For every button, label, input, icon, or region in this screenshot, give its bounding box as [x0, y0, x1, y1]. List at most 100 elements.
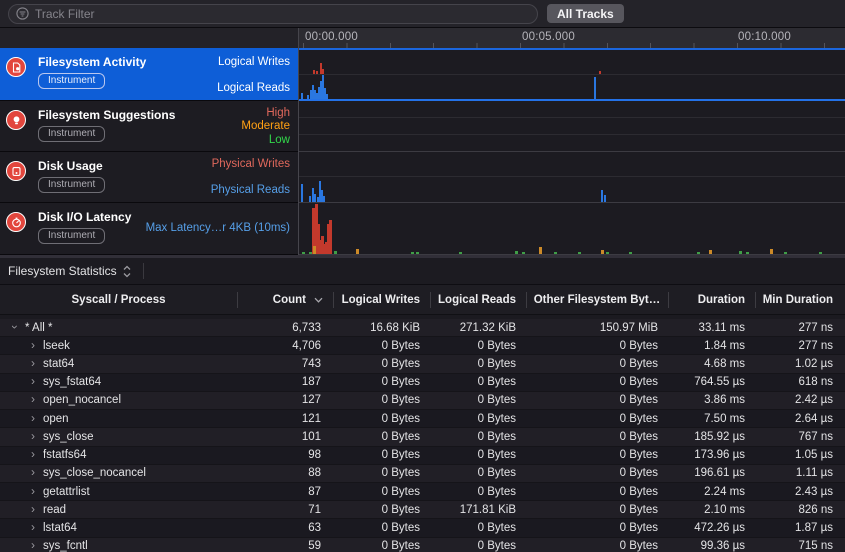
chart-spike — [329, 220, 332, 254]
cell-logical-reads: 0 Bytes — [430, 538, 526, 552]
chart-spike — [554, 252, 557, 254]
cell-duration: 99.36 µs — [668, 538, 755, 552]
column-header-logical-reads[interactable]: Logical Reads — [430, 285, 526, 314]
column-header-count[interactable]: Count — [237, 285, 333, 314]
syscall-name: open_nocancel — [43, 394, 121, 406]
table-row[interactable]: ›fstatfs64980 Bytes0 Bytes0 Bytes173.96 … — [0, 447, 845, 465]
chart-spike — [326, 94, 328, 99]
disclosure-icon[interactable]: › — [28, 356, 38, 370]
syscall-name: * All * — [25, 322, 53, 334]
syscall-name: stat64 — [43, 358, 74, 370]
track-header-filesystem-activity[interactable]: Filesystem Activity Instrument Logical W… — [0, 48, 298, 101]
lane-physical-reads[interactable] — [299, 177, 845, 202]
disclosure-icon[interactable]: › — [28, 484, 38, 498]
track-filter-field[interactable] — [8, 4, 538, 24]
chart-spike — [313, 246, 316, 254]
table-row[interactable]: ›open_nocancel1270 Bytes0 Bytes0 Bytes3.… — [0, 392, 845, 410]
disclosure-icon[interactable]: › — [28, 374, 38, 388]
track-header-filesystem-suggestions[interactable]: Filesystem Suggestions Instrument High M… — [0, 101, 298, 152]
timeline-ruler[interactable]: 00:00.000 00:05.000 00:10.000 — [299, 28, 845, 48]
cell-count: 127 — [237, 392, 333, 409]
track-header-disk-usage[interactable]: Disk Usage Instrument Physical Writes Ph… — [0, 152, 298, 203]
disclosure-icon[interactable]: › — [28, 447, 38, 461]
disclosure-icon[interactable]: › — [28, 411, 38, 425]
chart-spike — [301, 93, 303, 99]
table-row[interactable]: ›getattrlist870 Bytes0 Bytes0 Bytes2.24 … — [0, 483, 845, 501]
table-row[interactable]: ›sys_close1010 Bytes0 Bytes0 Bytes185.92… — [0, 428, 845, 446]
cell-count: 743 — [237, 355, 333, 372]
disclosure-icon[interactable]: › — [28, 338, 38, 352]
cell-count: 4,706 — [237, 337, 333, 354]
table-row[interactable]: ›read710 Bytes171.81 KiB0 Bytes2.10 ms82… — [0, 501, 845, 519]
track-title: Filesystem Suggestions — [38, 108, 175, 122]
column-header-logical-writes[interactable]: Logical Writes — [333, 285, 430, 314]
disclosure-icon[interactable]: › — [8, 322, 22, 332]
column-header-duration[interactable]: Duration — [668, 285, 755, 314]
cell-syscall: › stat64 — [0, 355, 237, 372]
stats-view-selector[interactable]: Filesystem Statistics — [8, 264, 117, 278]
track-chart-disk-usage[interactable] — [299, 152, 845, 203]
column-header-other-filesystem-bytes[interactable]: Other Filesystem Byt… — [526, 285, 668, 314]
lane-moderate[interactable] — [299, 118, 845, 135]
cell-other: 0 Bytes — [526, 519, 668, 536]
track-chart-filesystem-suggestions[interactable] — [299, 101, 845, 152]
up-down-chevron-icon[interactable] — [123, 265, 131, 278]
disclosure-icon[interactable]: › — [28, 392, 38, 406]
cell-logical-reads: 171.81 KiB — [430, 501, 526, 518]
disclosure-icon[interactable]: › — [28, 502, 38, 516]
track-filter-input[interactable] — [35, 7, 530, 21]
cell-logical-reads: 0 Bytes — [430, 392, 526, 409]
cell-other: 0 Bytes — [526, 447, 668, 464]
table-row[interactable]: ›stat647430 Bytes0 Bytes0 Bytes4.68 ms1.… — [0, 355, 845, 373]
column-header-label: Count — [273, 294, 306, 306]
chart-spike — [606, 252, 609, 254]
chart-spike — [629, 252, 632, 254]
lane-label-moderate: Moderate — [241, 120, 290, 132]
table-row[interactable]: ›sys_fstat641870 Bytes0 Bytes0 Bytes764.… — [0, 374, 845, 392]
cell-duration: 185.92 µs — [668, 428, 755, 445]
column-header-min-duration[interactable]: Min Duration — [755, 285, 845, 314]
filesystem-activity-icon — [6, 57, 26, 77]
cell-min-duration: 1.02 µs — [755, 355, 845, 372]
cell-other: 0 Bytes — [526, 392, 668, 409]
syscall-name: getattrlist — [43, 486, 90, 498]
table-row[interactable]: ›lseek4,7060 Bytes0 Bytes0 Bytes1.84 ms2… — [0, 337, 845, 355]
disclosure-icon[interactable]: › — [28, 465, 38, 479]
disclosure-icon[interactable]: › — [28, 429, 38, 443]
cell-duration: 33.11 ms — [668, 319, 755, 336]
cell-logical-reads: 0 Bytes — [430, 410, 526, 427]
table-row[interactable]: ›sys_fcntl590 Bytes0 Bytes0 Bytes99.36 µ… — [0, 538, 845, 552]
track-header-disk-io-latency[interactable]: Disk I/O Latency Instrument Max Latency…… — [0, 203, 298, 255]
lane-latency[interactable] — [299, 203, 845, 254]
filter-icon — [16, 7, 29, 20]
ruler-tick-label: 00:05.000 — [522, 31, 575, 43]
chart-spike — [594, 77, 596, 99]
lane-logical-reads[interactable] — [299, 75, 845, 99]
table-row[interactable]: ›lstat64630 Bytes0 Bytes0 Bytes472.26 µs… — [0, 519, 845, 537]
lane-physical-writes[interactable] — [299, 152, 845, 177]
lane-high[interactable] — [299, 101, 845, 118]
cell-syscall: ›fstatfs64 — [0, 447, 237, 464]
cell-other: 0 Bytes — [526, 355, 668, 372]
table-row[interactable]: ›open1210 Bytes0 Bytes0 Bytes7.50 ms2.64… — [0, 410, 845, 428]
cell-syscall: ›sys_close — [0, 428, 237, 445]
disclosure-icon[interactable]: › — [28, 520, 38, 534]
stats-table-body: ›* All *6,73316.68 KiB271.32 KiB150.97 M… — [0, 319, 845, 552]
lane-logical-writes[interactable] — [299, 50, 845, 75]
all-tracks-button[interactable]: All Tracks — [547, 4, 624, 23]
cell-min-duration: 767 ns — [755, 428, 845, 445]
cell-duration: 2.24 ms — [668, 483, 755, 500]
table-row[interactable]: ›sys_close_nocancel880 Bytes0 Bytes0 Byt… — [0, 465, 845, 483]
cell-logical-writes: 0 Bytes — [333, 501, 430, 518]
cell-other: 150.97 MiB — [526, 319, 668, 336]
cell-syscall: ›read — [0, 501, 237, 518]
table-row[interactable]: ›* All *6,73316.68 KiB271.32 KiB150.97 M… — [0, 319, 845, 337]
lane-low[interactable] — [299, 135, 845, 151]
disclosure-icon[interactable]: › — [28, 538, 38, 552]
column-header-syscall-process[interactable]: Syscall / Process — [0, 285, 237, 314]
track-chart-disk-io-latency[interactable] — [299, 203, 845, 255]
track-chart-filesystem-activity[interactable] — [299, 48, 845, 101]
cell-min-duration: 1.05 µs — [755, 447, 845, 464]
chart-spike — [578, 252, 581, 254]
cell-duration: 764.55 µs — [668, 374, 755, 391]
